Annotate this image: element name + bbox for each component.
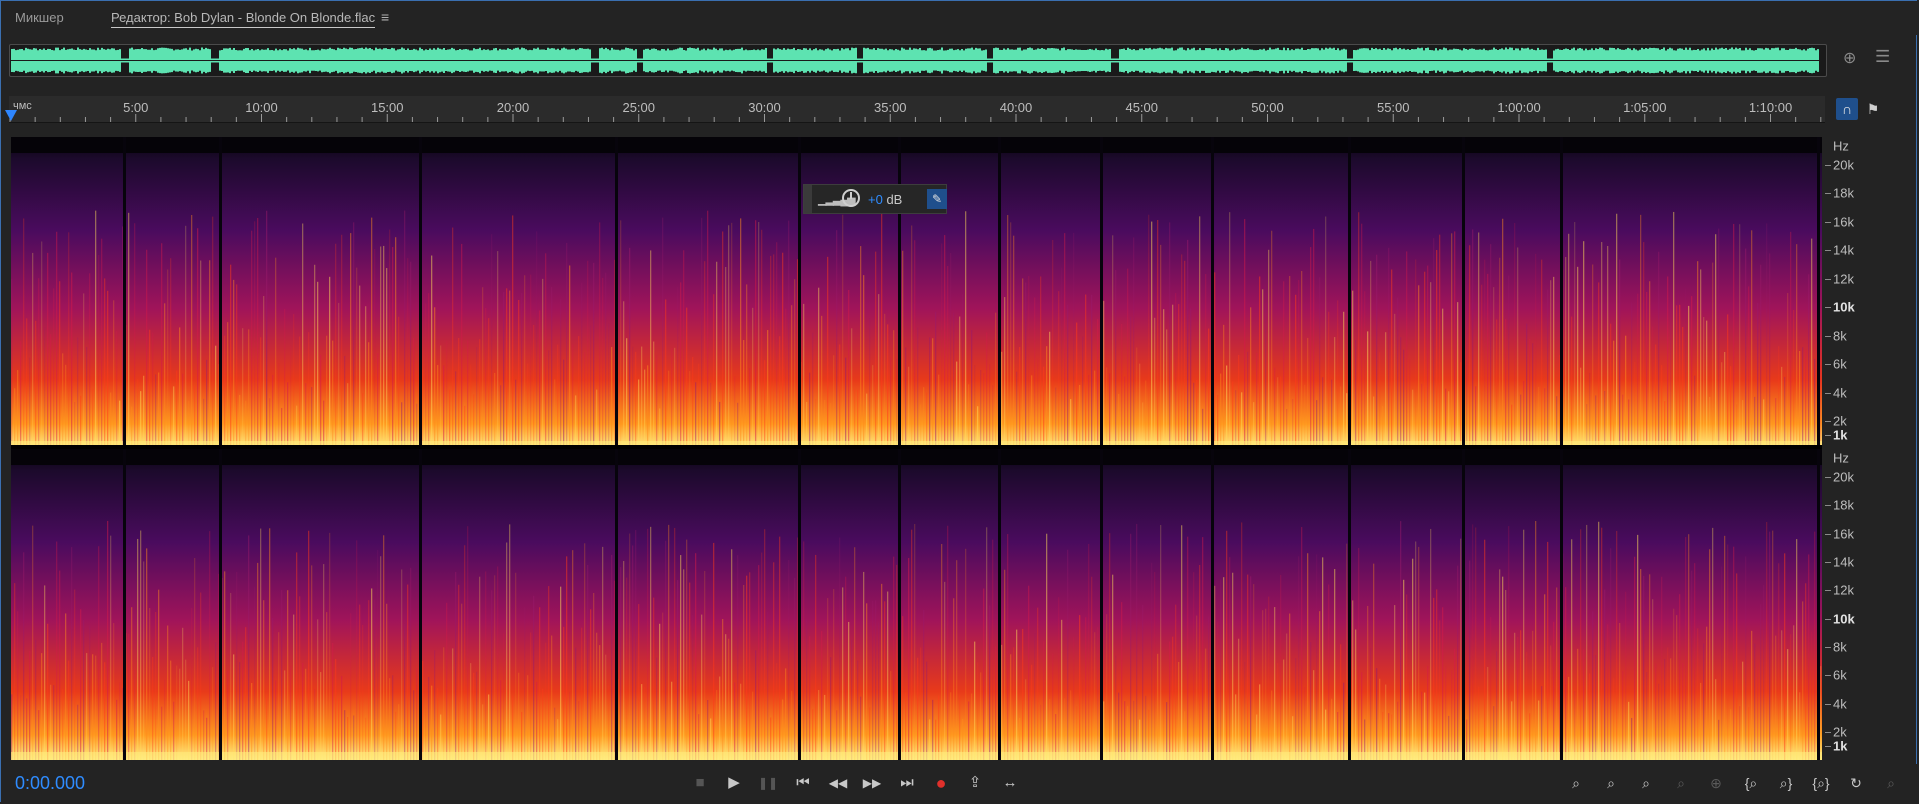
tab-bar: Микшер Редактор: Bob Dylan - Blonde On B… (1, 1, 1917, 35)
frequency-tick (1825, 703, 1831, 705)
frequency-label: 1k (1833, 738, 1848, 754)
frequency-label: 2k (1833, 413, 1847, 429)
frequency-label: 18k (1833, 497, 1854, 513)
frequency-tick (1825, 732, 1831, 733)
skip-button[interactable]: ↔ (998, 772, 1022, 794)
frequency-label: 18k (1833, 185, 1854, 201)
volume-hud[interactable]: ▁▂▃▄▅ +0 dB ✎ (803, 184, 947, 214)
zoom-to-selection-icon[interactable]: ⊕ (1843, 48, 1856, 68)
overview-waveform[interactable] (9, 44, 1827, 77)
frequency-label: 12k (1833, 582, 1854, 598)
frequency-label: 6k (1833, 356, 1847, 372)
zoom-in-right-icon[interactable]: ⌕} (1773, 772, 1799, 794)
stop-button[interactable]: ■ (688, 772, 712, 794)
to-start-button[interactable]: ⏮ (791, 772, 815, 794)
frequency-label: 4k (1833, 696, 1847, 712)
frequency-tick (1825, 675, 1831, 677)
zoom-out-time-icon[interactable]: ⌕ (1668, 772, 1694, 794)
hud-grip[interactable] (804, 185, 812, 213)
zoom-reset-icon[interactable]: ↻ (1843, 772, 1869, 794)
frequency-tick (1825, 221, 1831, 223)
frequency-label: 2k (1833, 724, 1847, 740)
record-button[interactable]: ● (929, 772, 953, 794)
tab-editor[interactable]: Редактор: Bob Dylan - Blonde On Blonde.f… (111, 10, 376, 28)
frequency-label: 10k (1833, 299, 1855, 315)
frequency-tick (1825, 618, 1831, 620)
zoom-out-full-icon[interactable]: {⌕} (1808, 772, 1834, 794)
fast-forward-button[interactable]: ▶▶ (860, 772, 884, 794)
rewind-button[interactable]: ◀◀ (826, 772, 850, 794)
time-ruler[interactable]: чмс 5:00 10:00 15:00 20:00 25:00 30:00 35:00 40… (9, 96, 1825, 123)
tab-mixer[interactable]: Микшер (15, 10, 64, 25)
frequency-label: 14k (1833, 554, 1854, 570)
zoom-in-left-icon[interactable]: {⌕ (1738, 772, 1764, 794)
frequency-tick (1825, 562, 1831, 563)
volume-readout: +0 dB (868, 192, 902, 207)
frequency-tick (1825, 533, 1831, 535)
zoom-in-amplitude-icon[interactable]: ⌕ (1563, 772, 1589, 794)
panel-menu-icon[interactable]: ☰ (1875, 47, 1890, 67)
frequency-unit-label: Hz (1833, 138, 1849, 154)
volume-value: +0 (868, 192, 883, 207)
frequency-tick (1825, 505, 1831, 507)
frequency-label: 8k (1833, 639, 1847, 655)
frequency-label: 1k (1833, 427, 1848, 443)
frequency-label: 8k (1833, 328, 1847, 344)
frequency-tick (1825, 392, 1831, 394)
pin-icon[interactable]: ✎ (927, 189, 947, 209)
frequency-label: 20k (1833, 469, 1854, 485)
loop-button[interactable]: ⇪ (963, 772, 987, 794)
frequency-unit-label: Hz (1833, 450, 1849, 466)
marker-icon[interactable]: ⚑ (1862, 98, 1884, 120)
frequency-tick (1825, 193, 1831, 195)
frequency-label: 12k (1833, 271, 1854, 287)
transport-bar: 0:00.000 ■ ▶ ❚❚ ⏮ ◀◀ ▶▶ ⏭ ● ⇪ ↔ ⌕ ⌕ ⌕ ⌕ … (1, 764, 1917, 802)
play-button[interactable]: ▶ (722, 772, 746, 794)
zoom-in-time-icon[interactable]: ⌕ (1633, 772, 1659, 794)
volume-unit: dB (886, 192, 903, 207)
frequency-tick (1825, 335, 1831, 337)
playhead-marker[interactable] (5, 110, 17, 121)
frequency-tick (1825, 278, 1831, 280)
spectrogram-right-graphic (11, 449, 1822, 760)
pause-button[interactable]: ❚❚ (756, 772, 780, 794)
current-time[interactable]: 0:00.000 (15, 773, 85, 794)
overview-waveform-graphic (10, 47, 1826, 74)
frequency-tick (1825, 421, 1831, 422)
frequency-tick (1825, 590, 1831, 592)
frequency-label: 14k (1833, 242, 1854, 258)
headphones-icon[interactable]: ∩ (1836, 98, 1858, 120)
frequency-tick (1825, 307, 1831, 309)
ruler-ticks (9, 114, 1822, 122)
frequency-scale-right: Hz 20k 18k 16k 14k 12k 10k 8k 6k 4k 2k 1k (1825, 449, 1885, 760)
frequency-label: 16k (1833, 214, 1854, 230)
to-end-button[interactable]: ⏭ (895, 772, 919, 794)
zoom-selection-icon[interactable]: ⌕ (1878, 772, 1904, 794)
frequency-label: 6k (1833, 667, 1847, 683)
frequency-tick (1825, 364, 1831, 366)
spectrogram-right-channel[interactable] (11, 449, 1822, 760)
frequency-label: 16k (1833, 526, 1854, 542)
zoom-out-amplitude-icon[interactable]: ⌕ (1598, 772, 1624, 794)
frequency-tick (1825, 435, 1831, 436)
frequency-tick (1825, 165, 1831, 166)
frequency-tick (1825, 477, 1831, 478)
tab-menu-icon[interactable]: ≡ (381, 9, 389, 25)
frequency-tick (1825, 647, 1831, 648)
frequency-scale-left: Hz 20k 18k 16k 14k 12k 10k 8k 6k 4k 2k 1k (1825, 137, 1885, 449)
frequency-tick (1825, 250, 1831, 252)
frequency-label: 10k (1833, 611, 1855, 627)
zoom-full-icon[interactable]: ⊕ (1703, 772, 1729, 794)
frequency-tick (1825, 746, 1831, 747)
frequency-label: 4k (1833, 385, 1847, 401)
frequency-label: 20k (1833, 157, 1854, 173)
volume-knob[interactable] (842, 189, 860, 207)
